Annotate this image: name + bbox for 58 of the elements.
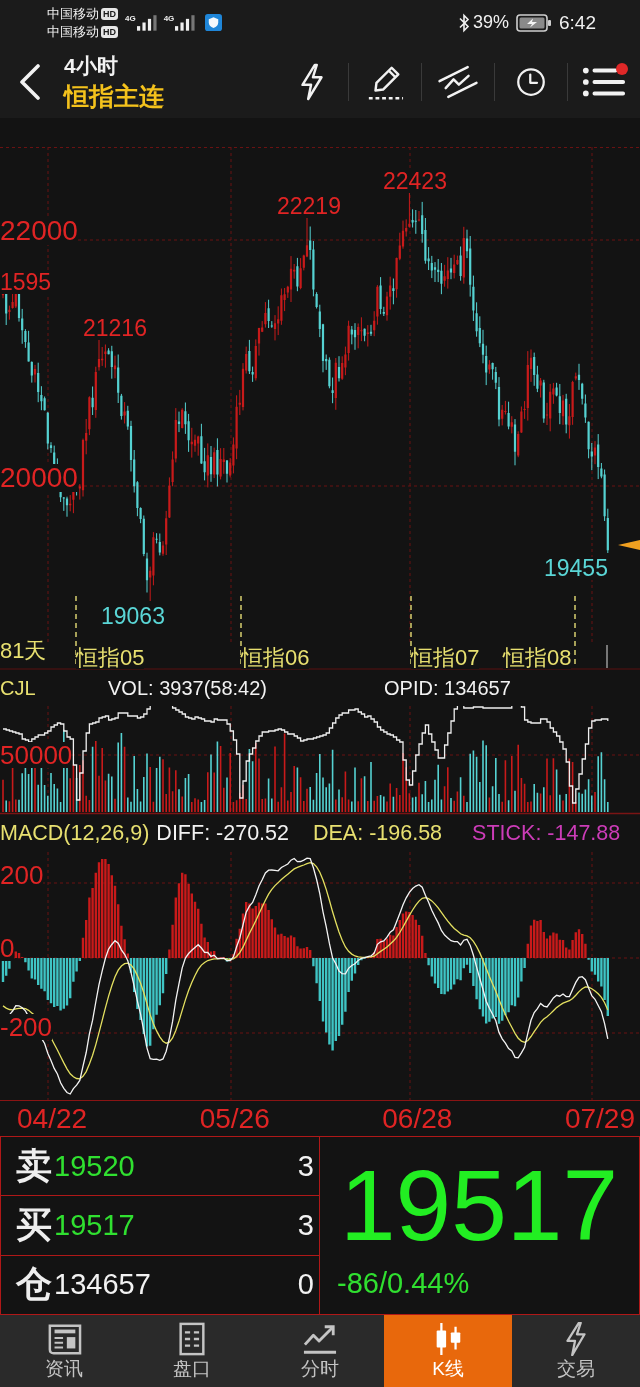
signal-icon — [136, 14, 157, 31]
quote-price: 19517 — [54, 1209, 135, 1242]
contract-label: 恒指06 — [241, 647, 310, 669]
macd-title: MACD(12,26,9) — [0, 821, 150, 846]
date-label: 05/26 — [199, 1102, 270, 1135]
back-chevron-icon — [19, 63, 41, 100]
instrument-title: 恒指主连 — [64, 80, 164, 112]
end-marker-line — [606, 645, 608, 668]
open-interest-reading: OPID: 134657 — [384, 676, 512, 700]
carrier-name: 中国移动 — [47, 5, 99, 22]
high-price-label: 21216 — [83, 317, 147, 340]
low-price-label: 19455 — [544, 557, 608, 580]
hd-badge: HD — [101, 7, 118, 20]
quote-quantity: 3 — [297, 1149, 314, 1183]
nav-tab[interactable]: 盘口 — [128, 1315, 256, 1387]
quote-price: 19520 — [54, 1149, 135, 1183]
day-count-label: 81天 — [0, 640, 47, 662]
date-label: 06/28 — [382, 1102, 453, 1135]
nav-tab[interactable]: 分时 — [256, 1315, 384, 1387]
quote-price: 134657 — [54, 1268, 151, 1302]
hd-badge: HD — [101, 25, 118, 38]
price-axis-label: 22000 — [0, 217, 78, 245]
signal-icon — [175, 14, 196, 31]
price-change: -86/0.44% — [337, 1267, 470, 1300]
carrier-name: 中国移动 — [47, 23, 99, 40]
last-price: 19517 — [340, 1155, 619, 1255]
high-price-label: 1595 — [0, 271, 52, 294]
high-price-label: 22219 — [277, 195, 341, 218]
quote-row-label: 买 — [16, 1203, 52, 1247]
contract-label: 恒指07 — [411, 647, 480, 669]
contract-label: 恒指08 — [503, 647, 572, 669]
date-label: 07/29 — [564, 1102, 635, 1135]
triangle-marker-icon — [618, 540, 640, 550]
battery-percent: 39% — [473, 12, 509, 33]
battery-icon — [516, 13, 552, 32]
contract-label: 恒指05 — [76, 647, 145, 669]
volume-reading: VOL: 3937(58:42) — [108, 676, 268, 700]
dea-reading: DEA: -196.58 — [313, 821, 443, 846]
clock-time: 6:42 — [559, 11, 596, 34]
shield-app-icon — [205, 14, 223, 31]
quote-quantity: 0 — [297, 1268, 314, 1302]
nav-tab[interactable]: 资讯 — [0, 1315, 128, 1387]
period-label: 4小时 — [64, 52, 119, 79]
stick-reading: STICK: -147.88 — [472, 821, 621, 846]
volume-axis-label: 50000 — [0, 742, 73, 768]
price-axis-label: 20000 — [0, 464, 78, 492]
nav-tab[interactable]: 交易 — [512, 1315, 640, 1387]
quote-row-label: 仓 — [16, 1262, 52, 1307]
diff-reading: DIFF: -270.52 — [156, 821, 289, 846]
high-price-label: 22423 — [383, 170, 447, 193]
macd-axis-label: -200 — [0, 1014, 53, 1040]
quote-row-label: 卖 — [16, 1143, 52, 1188]
network-type: 4G — [125, 14, 136, 24]
date-label: 04/22 — [17, 1102, 88, 1135]
quote-quantity: 3 — [297, 1209, 314, 1242]
bluetooth-icon — [458, 12, 470, 33]
indicator-name: CJL — [0, 676, 37, 700]
network-type: 4G — [163, 14, 175, 24]
